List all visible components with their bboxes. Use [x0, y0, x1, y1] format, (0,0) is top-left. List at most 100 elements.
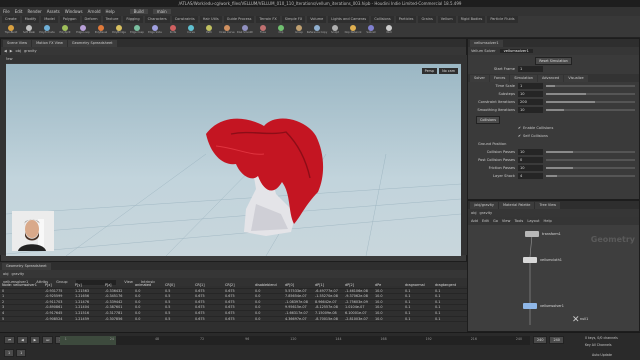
reset-simulation-button[interactable]: Reset Simulation: [535, 57, 572, 65]
menu-help[interactable]: Help: [106, 9, 115, 14]
shelf-tool[interactable]: Clip: [274, 25, 288, 37]
timeline-track[interactable]: 1 24 48 72 96 120 144 168 192 216 240: [60, 336, 530, 345]
shelf-tab[interactable]: Constraints: [171, 16, 198, 23]
shelf-tool[interactable]: Draw Curve: [219, 25, 235, 37]
node-vellumsolver1[interactable]: [523, 303, 537, 309]
range-end-field[interactable]: 240: [533, 336, 548, 344]
menu-file[interactable]: File: [3, 9, 10, 14]
shelf-tab[interactable]: Rigid Bodies: [457, 16, 486, 23]
param-field[interactable]: 10: [518, 165, 543, 171]
column-header[interactable]: CR[0]: [163, 283, 193, 288]
column-header[interactable]: disableblend: [253, 283, 283, 288]
menu-windows[interactable]: Windows: [65, 9, 83, 14]
param-field[interactable]: 1: [518, 83, 543, 89]
menu-arnold[interactable]: Arnold: [88, 9, 101, 14]
net-menu-edit[interactable]: Edit: [482, 219, 489, 223]
shelf-tool[interactable]: PolyBridge: [112, 25, 126, 37]
camera-menu[interactable]: No cam: [439, 68, 458, 74]
path-obj[interactable]: obj: [471, 211, 476, 215]
shelf-tool[interactable]: TopoBuild: [4, 25, 18, 37]
checkbox-icon[interactable]: ✔: [518, 134, 521, 138]
back-icon[interactable]: ◀: [4, 49, 7, 53]
tab-simulation[interactable]: Simulation: [510, 75, 537, 82]
net-menu-tools[interactable]: Tools: [514, 219, 523, 223]
build-desktop-button[interactable]: Build: [129, 9, 148, 14]
shelf-tab[interactable]: Terrain FX: [256, 16, 280, 23]
shelf-tab[interactable]: Lights and Cameras: [328, 16, 370, 23]
shelf-tool[interactable]: Sculpt: [328, 25, 342, 37]
tab-visualize[interactable]: Visualize: [564, 75, 588, 82]
shelf-tab[interactable]: Characters: [144, 16, 170, 23]
node-name-field[interactable]: vellumsolver1: [499, 49, 533, 53]
shelf-tab[interactable]: Polygon: [59, 16, 80, 23]
auto-update-button[interactable]: Auto Update: [592, 353, 612, 357]
net-menu-help[interactable]: Help: [544, 219, 552, 223]
persp-menu[interactable]: Persp: [421, 68, 437, 74]
tab-solver[interactable]: Solver: [470, 75, 489, 82]
net-menu-view[interactable]: View: [502, 219, 511, 223]
tab-advanced[interactable]: Advanced: [537, 75, 564, 82]
shelf-tab[interactable]: Guide Process: [223, 16, 255, 23]
start-field[interactable]: 1: [4, 349, 15, 357]
shelf-tool[interactable]: Edge Slide: [148, 25, 162, 37]
column-header[interactable]: dragnormal: [403, 283, 433, 288]
menu-assets[interactable]: Assets: [47, 9, 60, 14]
shelf-tool[interactable]: PolyBevel: [94, 25, 108, 37]
tab-material-palette[interactable]: Material Palette: [499, 202, 535, 209]
menu-render[interactable]: Render: [27, 9, 41, 14]
shelf-tab[interactable]: Simple FX: [281, 16, 306, 23]
param-field[interactable]: 0: [518, 157, 543, 163]
tab-vellumsolver[interactable]: vellumsolver1: [470, 40, 503, 47]
viewport[interactable]: Persp No cam: [6, 64, 461, 256]
table-row[interactable]: 5 -0.908524 1.21459 -0.307856 0.0 0.5 0.675 0.6…: [0, 317, 467, 323]
param-field[interactable]: 4: [518, 173, 543, 179]
tab-forces[interactable]: Forces: [490, 75, 510, 82]
node-transform1[interactable]: [525, 231, 539, 237]
step-back-icon[interactable]: ◀: [17, 336, 28, 344]
shelf-tool[interactable]: Reference Copy: [307, 25, 327, 37]
shelf-tab[interactable]: Hair Utils: [199, 16, 222, 23]
column-header[interactable]: dP[0]: [283, 283, 313, 288]
shelf-tool[interactable]: Soft Peak: [22, 25, 36, 37]
tab-obj-gravity[interactable]: /obj/gravity: [470, 202, 498, 209]
shelf-tool[interactable]: Null: [382, 25, 396, 37]
shelf-tab[interactable]: Modify: [21, 16, 40, 23]
tab-motion-fx-view[interactable]: Motion FX View: [32, 40, 67, 47]
net-menu-go[interactable]: Go: [493, 219, 498, 223]
net-menu-layout[interactable]: Layout: [527, 219, 539, 223]
column-header[interactable]: P[x]: [43, 283, 73, 288]
path-gravity[interactable]: gravity: [11, 272, 24, 276]
shelf-tool[interactable]: Subnet: [364, 25, 378, 37]
shelf-tab[interactable]: Particle Fluids: [487, 16, 518, 23]
path-obj[interactable]: obj: [16, 49, 21, 53]
column-header[interactable]: dP[1]: [313, 283, 343, 288]
param-slider[interactable]: [546, 109, 635, 111]
shelf-tool[interactable]: PolySplit: [58, 25, 72, 37]
skip-end-icon[interactable]: ⏭: [42, 336, 54, 344]
play-icon[interactable]: ▶: [29, 336, 41, 344]
shelf-tab[interactable]: Rigging: [123, 16, 143, 23]
path-gravity[interactable]: gravity: [24, 49, 37, 53]
shelf-tool[interactable]: Group: [292, 25, 306, 37]
shelf-tab[interactable]: Model: [41, 16, 58, 23]
shelf-tab[interactable]: Vellum: [437, 16, 456, 23]
null-node-icon[interactable]: ✕: [572, 315, 580, 325]
key-all-channels-button[interactable]: Key All Channels: [585, 343, 612, 347]
shelf-tab[interactable]: Create: [2, 16, 20, 23]
shelf-tool[interactable]: Curve: [184, 25, 198, 37]
param-slider[interactable]: [546, 159, 635, 161]
param-slider[interactable]: [546, 167, 635, 169]
column-header[interactable]: animated: [133, 283, 163, 288]
column-header[interactable]: Node: vellumsolver1: [0, 283, 43, 288]
param-field[interactable]: 10: [518, 107, 543, 113]
net-menu-add[interactable]: Add: [471, 219, 478, 223]
param-slider[interactable]: [546, 85, 635, 87]
shelf-tab[interactable]: Texture: [102, 16, 122, 23]
path-obj[interactable]: obj: [3, 272, 8, 276]
shelf-tool[interactable]: PolyExtrude: [39, 25, 55, 37]
desktop-select[interactable]: main: [152, 9, 171, 14]
shelf-tab[interactable]: Volume: [307, 16, 327, 23]
column-header[interactable]: P[z]: [103, 283, 133, 288]
param-slider[interactable]: [546, 101, 635, 103]
node-vellumcloth1[interactable]: [523, 257, 537, 263]
